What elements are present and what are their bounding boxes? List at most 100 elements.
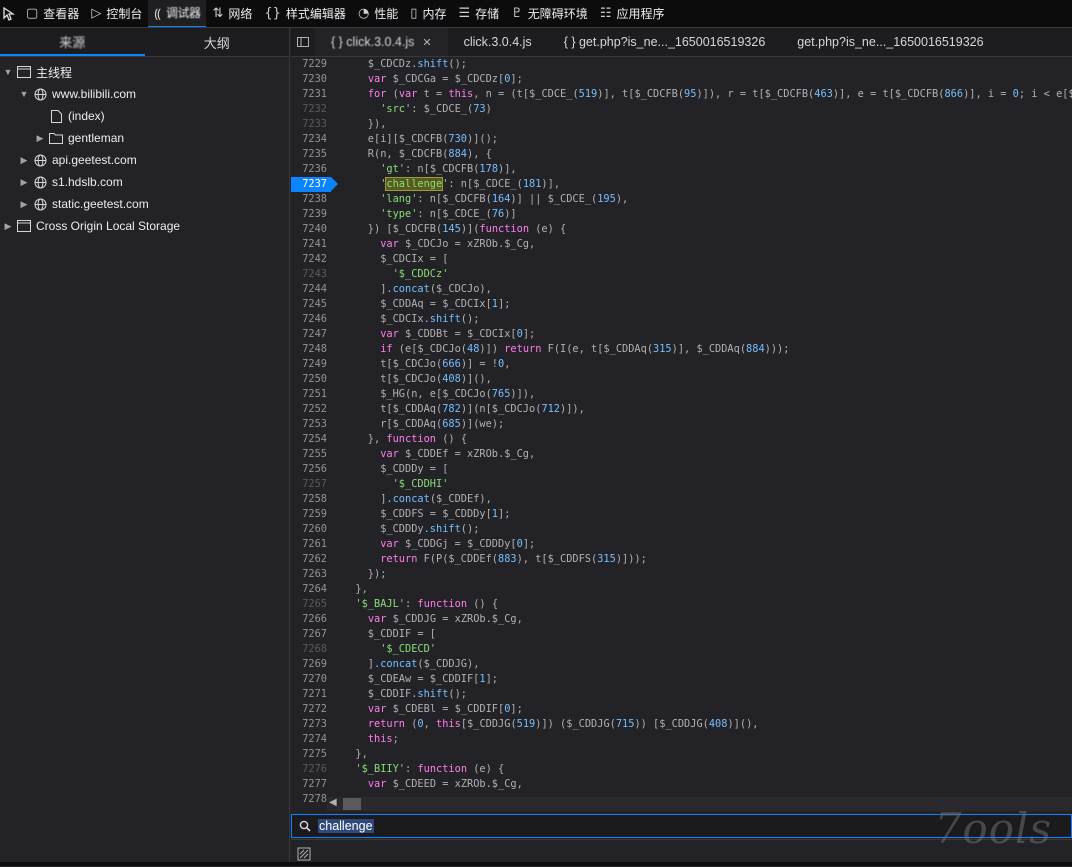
tree-item-label: gentleman bbox=[68, 131, 125, 145]
line-number[interactable]: 7250 bbox=[291, 372, 331, 387]
tab-outline[interactable]: 大纲 bbox=[145, 28, 290, 56]
editor-tab[interactable]: get.php?is_ne..._1650016519326 bbox=[781, 28, 999, 56]
pretty-print-icon[interactable] bbox=[291, 847, 317, 861]
line-number[interactable]: 7253 bbox=[291, 417, 331, 432]
tree-item[interactable]: ▼ www.bilibili.com bbox=[0, 83, 289, 105]
tab-application[interactable]: ☷ 应用程序 bbox=[594, 0, 671, 27]
search-input[interactable]: challenge bbox=[318, 819, 374, 833]
line-number[interactable]: 7230 bbox=[291, 72, 331, 87]
line-number[interactable]: 7245 bbox=[291, 297, 331, 312]
tree-item[interactable]: ▶ static.geetest.com bbox=[0, 193, 289, 215]
line-number[interactable]: 7243 bbox=[291, 267, 331, 282]
code-line: 7244 ].concat($_CDCJo), bbox=[291, 282, 1072, 297]
line-number[interactable]: 7268 bbox=[291, 642, 331, 657]
line-number[interactable]: 7264 bbox=[291, 582, 331, 597]
tab-sources[interactable]: 来源 bbox=[0, 28, 145, 56]
tree-item[interactable]: ▶ s1.hdslb.com bbox=[0, 171, 289, 193]
chevron-right-icon[interactable]: ▶ bbox=[2, 221, 14, 232]
line-number[interactable]: 7260 bbox=[291, 522, 331, 537]
line-number[interactable]: 7256 bbox=[291, 462, 331, 477]
line-number[interactable]: 7229 bbox=[291, 57, 331, 72]
tree-item[interactable]: (index) bbox=[0, 105, 289, 127]
line-number[interactable]: 7263 bbox=[291, 567, 331, 582]
editor-tab-label: { } click.3.0.4.js bbox=[331, 35, 415, 49]
chevron-right-icon[interactable]: ▶ bbox=[18, 199, 30, 210]
line-number[interactable]: 7252 bbox=[291, 402, 331, 417]
line-number[interactable]: 7247 bbox=[291, 327, 331, 342]
line-number[interactable]: 7261 bbox=[291, 537, 331, 552]
line-number[interactable]: 7234 bbox=[291, 132, 331, 147]
line-number[interactable]: 7241 bbox=[291, 237, 331, 252]
line-number[interactable]: 7271 bbox=[291, 687, 331, 702]
editor-tab-label: get.php?is_ne..._1650016519326 bbox=[797, 35, 984, 49]
line-number[interactable]: 7274 bbox=[291, 732, 331, 747]
line-number[interactable]: 7239 bbox=[291, 207, 331, 222]
line-number[interactable]: 7275 bbox=[291, 747, 331, 762]
breakpoint-marker[interactable]: 7237 bbox=[291, 177, 338, 192]
tree-item[interactable]: ▼ 主线程 bbox=[0, 61, 289, 83]
line-number[interactable]: 7254 bbox=[291, 432, 331, 447]
tab-sources-label: 来源 bbox=[59, 34, 86, 50]
chevron-down-icon[interactable]: ▼ bbox=[2, 67, 14, 77]
line-number[interactable]: 7231 bbox=[291, 87, 331, 102]
code-text: var $_CDEED = xZROb.$_Cg, bbox=[367, 778, 523, 790]
chevron-right-icon[interactable]: ▶ bbox=[34, 133, 46, 144]
line-number[interactable]: 7233 bbox=[291, 117, 331, 132]
line-number[interactable]: 7251 bbox=[291, 387, 331, 402]
editor-tab[interactable]: { } click.3.0.4.js ✕ bbox=[315, 28, 448, 56]
tab-performance[interactable]: ◔ 性能 bbox=[352, 0, 404, 27]
line-number[interactable]: 7265 bbox=[291, 597, 331, 612]
line-number[interactable]: 7270 bbox=[291, 672, 331, 687]
code-text: 'gt': n[$_CDCFB(178)], bbox=[380, 163, 517, 175]
line-number[interactable]: 7257 bbox=[291, 477, 331, 492]
tab-debugger[interactable]: ⸨ 调试器 bbox=[148, 0, 207, 27]
tree-item[interactable]: ▶ api.geetest.com bbox=[0, 149, 289, 171]
line-number[interactable]: 7266 bbox=[291, 612, 331, 627]
editor-tab[interactable]: click.3.0.4.js bbox=[448, 28, 548, 56]
line-number[interactable]: 7258 bbox=[291, 492, 331, 507]
chevron-right-icon[interactable]: ▶ bbox=[18, 177, 30, 188]
line-number[interactable]: 7244 bbox=[291, 282, 331, 297]
code-view[interactable]: 7229 $_CDCDz.shift(); 7230 var $_CDCGa = … bbox=[291, 57, 1072, 822]
close-icon[interactable]: ✕ bbox=[422, 36, 431, 49]
line-number[interactable]: 7235 bbox=[291, 147, 331, 162]
tab-console[interactable]: ▷ 控制台 bbox=[85, 0, 148, 27]
line-number[interactable]: 7276 bbox=[291, 762, 331, 777]
line-number[interactable]: 7246 bbox=[291, 312, 331, 327]
line-number[interactable]: 7255 bbox=[291, 447, 331, 462]
line-number[interactable]: 7249 bbox=[291, 357, 331, 372]
code-text: t[$_CDCJo(666)] = !0, bbox=[343, 358, 511, 370]
tab-accessibility[interactable]: ♇ 无障碍环境 bbox=[505, 0, 594, 27]
chevron-down-icon[interactable]: ▼ bbox=[18, 89, 30, 99]
line-number[interactable]: 7262 bbox=[291, 552, 331, 567]
line-number[interactable]: 7232 bbox=[291, 102, 331, 117]
toggle-sidebar-icon[interactable] bbox=[291, 36, 315, 48]
tab-inspector[interactable]: ▢ 查看器 bbox=[20, 0, 85, 27]
line-number[interactable]: 7238 bbox=[291, 192, 331, 207]
code-line: 7271 $_CDDIF.shift(); bbox=[291, 687, 1072, 702]
line-number[interactable]: 7259 bbox=[291, 507, 331, 522]
editor-tab[interactable]: { } get.php?is_ne..._1650016519326 bbox=[548, 28, 782, 56]
tab-memory[interactable]: ▯ 内存 bbox=[404, 0, 452, 27]
scrollbar-thumb[interactable] bbox=[343, 798, 361, 810]
line-number[interactable]: 7278 bbox=[291, 792, 331, 807]
element-picker-icon[interactable] bbox=[0, 0, 20, 27]
line-number[interactable]: 7272 bbox=[291, 702, 331, 717]
tree-item[interactable]: ▶ gentleman bbox=[0, 127, 289, 149]
chevron-right-icon[interactable]: ▶ bbox=[18, 155, 30, 166]
bottom-edge bbox=[0, 862, 1072, 866]
line-number[interactable]: 7240 bbox=[291, 222, 331, 237]
tree-item[interactable]: ▶ Cross Origin Local Storage bbox=[0, 215, 289, 237]
line-number[interactable]: 7242 bbox=[291, 252, 331, 267]
window-icon bbox=[16, 218, 32, 234]
line-number[interactable]: 7277 bbox=[291, 777, 331, 792]
line-number[interactable]: 7248 bbox=[291, 342, 331, 357]
tab-storage[interactable]: ☰ 存储 bbox=[452, 0, 505, 27]
line-number[interactable]: 7267 bbox=[291, 627, 331, 642]
scroll-left-icon[interactable]: ◀ bbox=[329, 797, 337, 808]
line-number[interactable]: 7236 bbox=[291, 162, 331, 177]
line-number[interactable]: 7273 bbox=[291, 717, 331, 732]
tab-style-editor[interactable]: {} 样式编辑器 bbox=[258, 0, 352, 27]
line-number[interactable]: 7269 bbox=[291, 657, 331, 672]
tab-network[interactable]: ⇅ 网络 bbox=[206, 0, 258, 27]
